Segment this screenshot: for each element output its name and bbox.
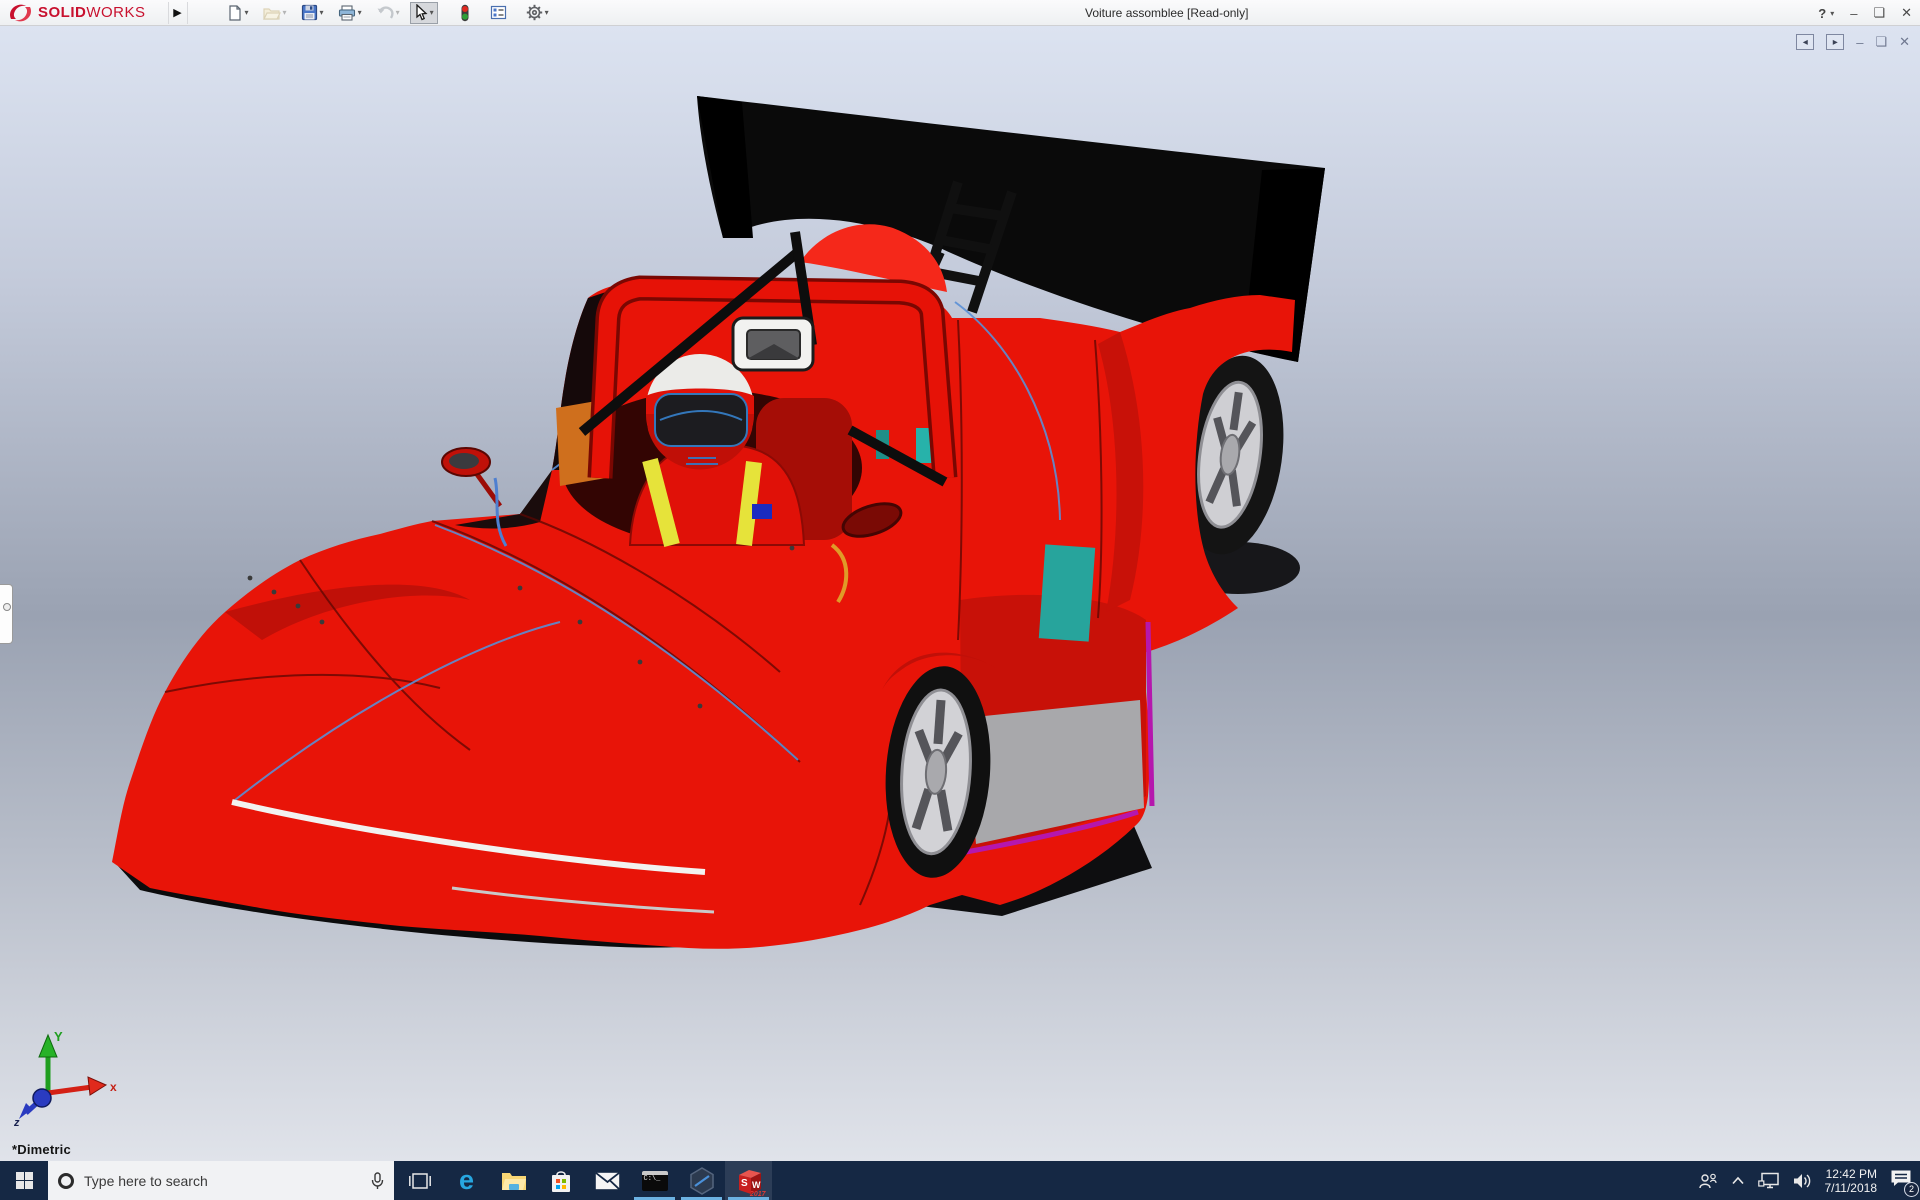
hexagon-app-button[interactable] (678, 1161, 725, 1200)
command-prompt-button[interactable]: C:\_ (631, 1161, 678, 1200)
y-axis-label: Y (54, 1029, 63, 1044)
help-caret-icon[interactable]: ▾ (1830, 9, 1834, 18)
solidworks-logo-icon (8, 3, 34, 23)
command-prompt-icon: C:\_ (642, 1171, 668, 1191)
rebuild-trafficlight-icon (459, 4, 471, 22)
open-button[interactable]: ▾ (259, 2, 291, 24)
hexagon-app-icon (689, 1167, 715, 1195)
svg-text:W: W (752, 1180, 761, 1190)
cmd-prompt-text: C:\_ (642, 1175, 668, 1183)
store-icon (550, 1169, 572, 1193)
clock-time: 12:42 PM (1825, 1167, 1878, 1181)
file-explorer-icon (501, 1170, 527, 1191)
volume-icon[interactable] (1793, 1173, 1812, 1189)
print-icon (338, 5, 356, 21)
minimize-button[interactable]: – (1850, 6, 1857, 21)
task-view-button[interactable] (396, 1161, 443, 1200)
select-button[interactable]: ▾ (410, 2, 438, 24)
brand-text-solid: SOLID (38, 4, 86, 21)
car-3d-model[interactable] (0, 26, 1920, 1161)
system-tray: 12:42 PM 7/11/2018 2 (1698, 1161, 1920, 1200)
titlebar: SOLID WORKS ▶ ▾ ▾ ▾ (0, 0, 1920, 26)
undo-caret-icon[interactable]: ▾ (396, 8, 400, 17)
taskbar-apps: e C: (396, 1161, 772, 1200)
doc-close-button[interactable]: ✕ (1899, 34, 1910, 50)
file-properties-button[interactable] (486, 2, 511, 24)
solidworks-2017-icon: S W 2017 (734, 1166, 764, 1196)
edge-button[interactable]: e (443, 1161, 490, 1200)
doc-restore-button[interactable]: ❏ (1875, 34, 1887, 50)
clock-date: 7/11/2018 (1825, 1181, 1878, 1195)
new-caret-icon[interactable]: ▾ (245, 8, 249, 17)
edge-icon: e (459, 1167, 474, 1194)
options-gear-icon (526, 4, 543, 21)
save-floppy-icon (301, 4, 318, 21)
document-window-controls: ◂ ▸ – ❏ ✕ (1796, 34, 1910, 50)
undo-button[interactable]: ▾ (372, 2, 404, 24)
save-button[interactable]: ▾ (297, 2, 328, 24)
z-axis-label: z (13, 1117, 20, 1127)
new-document-icon (227, 5, 243, 21)
standard-toolbar: ▾ ▾ ▾ ▾ (220, 0, 556, 25)
help-button[interactable]: ? (1818, 6, 1826, 21)
file-explorer-button[interactable] (490, 1161, 537, 1200)
windows-logo-icon (16, 1172, 33, 1189)
window-title: Voiture assomblee [Read-only] (1085, 0, 1248, 26)
windows-taskbar: e C: (0, 1161, 1920, 1200)
open-folder-icon (263, 5, 281, 21)
mail-button[interactable] (584, 1161, 631, 1200)
close-button[interactable]: ✕ (1901, 5, 1912, 21)
notification-badge: 2 (1904, 1182, 1919, 1197)
start-button[interactable] (0, 1161, 48, 1200)
mail-icon (595, 1172, 620, 1190)
open-caret-icon[interactable]: ▾ (283, 8, 287, 17)
microphone-icon[interactable] (371, 1172, 384, 1190)
taskbar-search[interactable] (48, 1161, 394, 1200)
cortana-icon[interactable] (58, 1173, 74, 1189)
hidden-icons-chevron[interactable] (1731, 1176, 1745, 1185)
solidworks-logo: SOLID WORKS (0, 0, 146, 25)
undo-arrow-icon (376, 5, 394, 20)
options-button[interactable]: ▾ (522, 2, 553, 24)
feature-manager-collapsed-tab[interactable] (0, 584, 13, 644)
rebuild-button[interactable] (455, 2, 475, 24)
save-caret-icon[interactable]: ▾ (320, 8, 324, 17)
harness-buckle (752, 504, 772, 519)
people-icon[interactable] (1698, 1173, 1718, 1189)
sw-year-label: 2017 (750, 1191, 766, 1198)
doc-minimize-button[interactable]: – (1856, 35, 1863, 50)
new-document-button[interactable]: ▾ (223, 2, 253, 24)
svg-text:S: S (741, 1178, 748, 1189)
restore-button[interactable]: ❏ (1873, 5, 1885, 21)
network-icon[interactable] (1758, 1172, 1780, 1189)
side-mirror[interactable] (442, 448, 500, 506)
orientation-triad[interactable]: Y x z (6, 1027, 126, 1127)
file-properties-icon (490, 5, 507, 20)
select-cursor-icon (414, 4, 428, 21)
view-orientation-label: *Dimetric (12, 1142, 71, 1157)
print-button[interactable]: ▾ (334, 2, 366, 24)
action-center-button[interactable]: 2 (1890, 1169, 1912, 1193)
task-view-icon (409, 1172, 431, 1190)
taskbar-clock[interactable]: 12:42 PM 7/11/2018 (1825, 1167, 1878, 1195)
collapse-pane-button[interactable]: ◂ (1796, 34, 1814, 50)
brand-text-works: WORKS (86, 4, 145, 21)
select-caret-icon[interactable]: ▾ (430, 8, 434, 17)
print-caret-icon[interactable]: ▾ (358, 8, 362, 17)
search-input[interactable] (84, 1173, 361, 1189)
graphics-area[interactable]: ◂ ▸ – ❏ ✕ Y x z *Dimetric (0, 26, 1920, 1161)
intake-box[interactable] (733, 318, 813, 370)
menu-expand-arrow[interactable]: ▶ (168, 2, 188, 24)
solidworks-taskbar-button[interactable]: S W 2017 (725, 1161, 772, 1200)
expand-pane-button[interactable]: ▸ (1826, 34, 1844, 50)
store-button[interactable] (537, 1161, 584, 1200)
options-caret-icon[interactable]: ▾ (545, 8, 549, 17)
teal-side-window (1039, 544, 1095, 641)
x-axis-label: x (110, 1080, 117, 1094)
